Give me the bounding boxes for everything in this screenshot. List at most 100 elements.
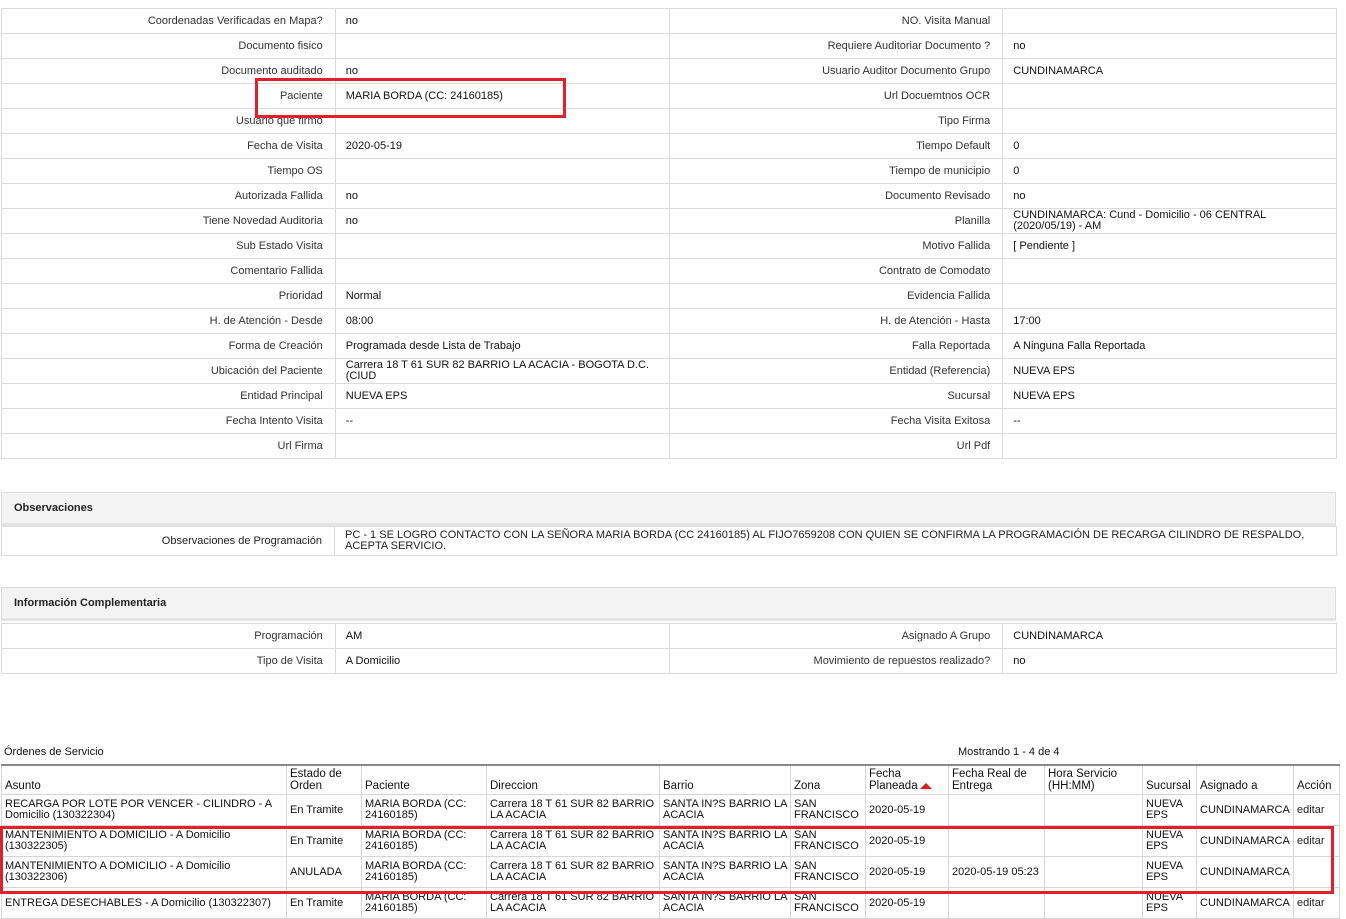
orders-column-header[interactable]: Asignado a — [1196, 764, 1294, 795]
orders-column-header[interactable]: Barrio — [659, 764, 791, 795]
complementaria-table: Programación AM Asignado A Grupo CUNDINAMAR… — [1, 623, 1337, 674]
field-label: Tiempo OS — [1, 158, 336, 184]
orders-column-header[interactable]: Direccion — [486, 764, 660, 795]
field-value-text: 0 — [1013, 164, 1020, 177]
field-value: 17:00 — [1002, 308, 1337, 334]
detail-row: Prioridad Normal Evidencia Fallida — [1, 283, 1337, 309]
field-value: -- — [334, 408, 670, 434]
column-header-label: Asunto — [5, 780, 41, 792]
field-value-text: CUNDINAMARCA — [1013, 64, 1104, 77]
field-label-text: Documento fisico — [238, 39, 323, 52]
field-value-text: no — [1013, 189, 1026, 202]
order-cell-text: RECARGA POR LOTE POR VENCER - CILINDRO -… — [5, 798, 272, 821]
detail-row: Fecha de Visita 2020-05-19 Tiempo Default 0 — [1, 133, 1337, 159]
complementaria-row: Programación AM Asignado A Grupo CUNDINAMAR… — [1, 623, 1337, 649]
order-cell — [1044, 794, 1143, 826]
detail-row: Usuario que firmo Tipo Firma — [1, 108, 1337, 134]
field-label-text: Sucursal — [947, 389, 991, 402]
field-label: H. de Atención - Desde — [1, 308, 336, 334]
field-value — [334, 258, 670, 284]
field-value — [334, 433, 670, 459]
order-cell-text: SAN FRANCISCO — [794, 829, 859, 852]
orders-column-header[interactable]: Estado de Orden — [286, 764, 362, 795]
field-value: NUEVA EPS — [1002, 383, 1337, 409]
field-value — [334, 108, 670, 134]
order-row: RECARGA POR LOTE POR VENCER - CILINDRO -… — [1, 794, 1340, 826]
field-label: Url Pdf — [668, 433, 1004, 459]
order-cell — [948, 794, 1045, 826]
field-label: Documento Revisado — [668, 183, 1004, 209]
field-value — [1002, 8, 1337, 34]
field-label: Planilla — [668, 208, 1004, 234]
orders-column-header[interactable]: Hora Servicio (HH:MM) — [1044, 764, 1143, 795]
field-value-text: no — [345, 214, 358, 227]
column-header-label: Paciente — [365, 780, 410, 792]
order-cell: SAN FRANCISCO — [790, 825, 866, 857]
orders-caption: Órdenes de Servicio — [4, 746, 104, 758]
order-cell: MARIA BORDA (CC: 24160185) — [361, 825, 487, 857]
field-value — [1002, 283, 1337, 309]
field-value: no — [334, 8, 670, 34]
visit-detail-table: Coordenadas Verificadas en Mapa? no NO. Vi… — [1, 8, 1337, 459]
field-value-text: no — [1013, 654, 1026, 667]
order-cell: En Tramite — [286, 887, 362, 919]
column-header-label: Zona — [794, 780, 821, 792]
column-header-label: Asignado a — [1200, 780, 1258, 792]
field-label: Usuario Auditor Documento Grupo — [668, 58, 1004, 84]
field-value-text: MARIA BORDA (CC: 24160185) — [345, 89, 503, 102]
detail-row: Documento auditado no Usuario Auditor Docu… — [1, 58, 1337, 84]
order-cell-text: CUNDINAMARCA — [1200, 834, 1290, 847]
order-cell: MARIA BORDA (CC: 24160185) — [361, 887, 487, 919]
order-cell-text: 2020-05-19 — [869, 834, 926, 847]
edit-link[interactable]: editar — [1297, 897, 1325, 909]
order-cell-text: 2020-05-19 — [869, 896, 926, 909]
orders-column-header[interactable]: Asunto — [1, 764, 287, 795]
field-value: Carrera 18 T 61 SUR 82 BARRIO LA ACACIA … — [334, 358, 670, 384]
order-cell — [1044, 825, 1143, 857]
field-label-text: Falla Reportada — [911, 339, 991, 352]
orders-column-header[interactable]: Fecha Planeada — [865, 764, 949, 795]
field-value: 2020-05-19 — [334, 133, 670, 159]
order-cell-text: SANTA IN?S BARRIO LA ACACIA — [663, 860, 787, 883]
edit-link[interactable]: editar — [1297, 804, 1325, 816]
field-value-text: NUEVA EPS — [1013, 389, 1075, 402]
complementaria-title: Información Complementaria — [14, 597, 167, 609]
order-action-cell: editar — [1293, 887, 1340, 919]
orders-column-header[interactable]: Acción — [1293, 764, 1340, 795]
orders-column-header[interactable]: Sucursal — [1142, 764, 1197, 795]
order-cell-text: NUEVA EPS — [1146, 860, 1183, 883]
order-cell-text: 2020-05-19 — [869, 865, 926, 878]
field-value: Programada desde Lista de Trabajo — [334, 333, 670, 359]
order-cell: CUNDINAMARCA — [1196, 887, 1294, 919]
orders-column-header[interactable]: Paciente — [361, 764, 487, 795]
orders-column-header[interactable]: Zona — [790, 764, 866, 795]
field-label: Paciente — [1, 83, 336, 109]
orders-column-header[interactable]: Fecha Real de Entrega — [948, 764, 1045, 795]
field-label: Tipo Firma — [668, 108, 1004, 134]
detail-row: Sub Estado Visita Motivo Fallida [ Pendien… — [1, 233, 1337, 259]
observaciones-title: Observaciones — [14, 502, 93, 514]
observaciones-row: Observaciones de Programación PC - 1 SE … — [1, 526, 1337, 556]
field-value-text: [ Pendiente ] — [1013, 239, 1076, 252]
field-label-text: Autorizada Fallida — [234, 189, 323, 202]
observaciones-label: Observaciones de Programación — [1, 526, 335, 556]
field-label-text: Motivo Fallida — [922, 239, 991, 252]
field-value-text: 0 — [1013, 139, 1020, 152]
order-cell-text: Carrera 18 T 61 SUR 82 BARRIO LA ACACIA — [490, 891, 655, 914]
column-header-label: Sucursal — [1146, 780, 1191, 792]
order-cell-text: MANTENIMIENTO A DOMICILIO - A Domicilio … — [5, 829, 231, 852]
order-cell: NUEVA EPS — [1142, 794, 1197, 826]
detail-row: Tiempo OS Tiempo de municipio 0 — [1, 158, 1337, 184]
field-label: Documento fisico — [1, 33, 336, 59]
field-label: Tipo de Visita — [1, 648, 336, 674]
order-cell-text: NUEVA EPS — [1146, 891, 1183, 914]
field-value-text: NUEVA EPS — [1013, 364, 1075, 377]
order-cell — [948, 887, 1045, 919]
order-cell-text: NUEVA EPS — [1146, 829, 1183, 852]
field-value: 08:00 — [334, 308, 670, 334]
edit-link[interactable]: editar — [1297, 835, 1325, 847]
sort-ascending-icon[interactable] — [919, 782, 932, 789]
field-label: Entidad (Referencia) — [668, 358, 1004, 384]
field-label-text: Tiempo de municipio — [889, 164, 991, 177]
field-value: no — [334, 208, 670, 234]
